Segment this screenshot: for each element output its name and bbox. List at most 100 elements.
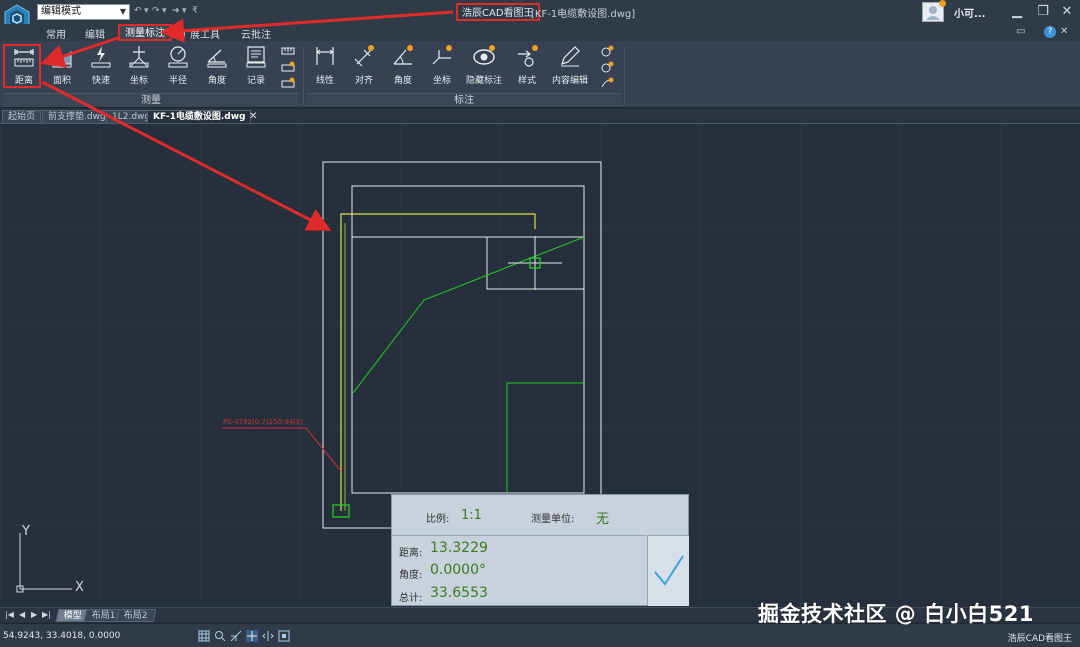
menu-bar: 常用 编辑 测量标注 扩展工具 云批注 ? ▭ ✕: [0, 24, 1080, 41]
prev-layout-icon[interactable]: ◀: [19, 610, 25, 619]
total-result-value: 33.6553: [430, 585, 488, 601]
forward-icon[interactable]: ➜: [172, 6, 180, 16]
snap-icon[interactable]: [230, 630, 242, 642]
coordinate-dimension-icon: [432, 45, 452, 65]
ortho-icon[interactable]: [246, 630, 258, 642]
angle-result-label: 角度:: [399, 570, 423, 581]
tab-common[interactable]: 常用: [46, 26, 66, 41]
mode-select[interactable]: 编辑模式 ▼: [37, 4, 130, 20]
title-bar: 编辑模式 ▼ ↶ ▾ ↷ ▾ ➜ ▾ ₹ 浩辰CAD看图王 [KF-1电缆敷设图…: [0, 0, 1080, 34]
close-icon[interactable]: ✕: [1056, 2, 1078, 22]
redo-dropdown-icon[interactable]: ▾: [162, 6, 167, 16]
fullscreen-icon[interactable]: [278, 630, 290, 642]
zoom-icon[interactable]: [214, 630, 226, 642]
next-layout-icon[interactable]: ▶: [31, 610, 37, 619]
doc-close-icon[interactable]: ✕: [1060, 26, 1068, 37]
confirm-button[interactable]: [647, 535, 689, 606]
tab-layout1-label: 布局1: [91, 611, 116, 621]
dimension-style-button[interactable]: 样式: [508, 44, 546, 88]
aligned-dimension-icon: [354, 45, 374, 67]
linear-dimension-icon: [316, 47, 334, 65]
chevron-down-icon: ▼: [119, 7, 127, 16]
polar-tracking-icon[interactable]: [262, 630, 274, 642]
cursor-coordinates: 54.9243, 33.4018, 0.0000: [3, 631, 121, 641]
style-icon: [518, 45, 538, 67]
pencil-icon: [561, 46, 580, 67]
coordinate-dimension-button[interactable]: 坐标: [423, 44, 461, 88]
help-icon[interactable]: ?: [1044, 26, 1056, 38]
measure-result-panel: 比例: 1:1 测量单位: 无 距离: 13.3229 角度: 0.0000° …: [391, 494, 689, 606]
angle-dimension-icon: [393, 45, 413, 65]
tab-measure-annotate[interactable]: 测量标注: [118, 24, 172, 41]
eye-icon: [473, 45, 495, 65]
tab-layout2[interactable]: 布局2: [115, 609, 157, 622]
undo-dropdown-icon[interactable]: ▾: [144, 6, 149, 16]
content-edit-button[interactable]: 内容编辑: [551, 44, 589, 88]
ruler-settings-icon[interactable]: [281, 45, 295, 57]
quick-access-dropdown-icon[interactable]: ▾: [182, 6, 187, 16]
angle-result-value: 0.0000°: [430, 562, 486, 578]
distance-button[interactable]: 距离: [3, 44, 41, 88]
minimize-icon[interactable]: ▁: [1006, 2, 1028, 22]
ruler-clear-icon[interactable]: [281, 77, 295, 89]
document-tabs: 起始页 前支撑垫.dwg 1L2.dwg KF-1电缆敷设图.dwg: [0, 109, 1080, 124]
angle-icon: [207, 49, 227, 68]
mode-select-value: 编辑模式: [41, 6, 81, 17]
tab-extension-tools[interactable]: 扩展工具: [180, 26, 220, 41]
record-icon: [246, 46, 266, 68]
notification-dot: [939, 0, 946, 7]
tab-edit[interactable]: 编辑: [85, 26, 105, 41]
first-layout-icon[interactable]: |◀: [5, 610, 14, 619]
ucs-x-label: X: [75, 580, 84, 595]
last-layout-icon[interactable]: ▶|: [42, 610, 51, 619]
annotate-group-label: 标注: [306, 93, 622, 107]
scale-label: 比例:: [426, 514, 450, 525]
tab-front-support-pad[interactable]: 前支撑垫.dwg: [42, 110, 112, 123]
tab-kf1-cable-layout[interactable]: KF-1电缆敷设图.dwg: [147, 110, 252, 123]
leader-remove-icon[interactable]: [600, 61, 614, 73]
panel-divider: [392, 535, 646, 536]
leader-add-icon[interactable]: [600, 45, 614, 57]
customize-toolbar-icon[interactable]: ₹: [192, 6, 198, 16]
annotation-text: PS-4792(0.7)150-94(E): [223, 418, 304, 426]
ruler-add-icon[interactable]: [281, 61, 295, 73]
watermark: 掘金技术社区 @ 白小白521: [758, 602, 1034, 626]
unit-value[interactable]: 无: [596, 508, 609, 527]
measure-group-label: 测量: [3, 93, 299, 107]
status-app-name: 浩辰CAD看图王: [1007, 634, 1072, 644]
hide-dimension-button[interactable]: 隐藏标注: [465, 44, 503, 88]
group-separator: [624, 47, 625, 105]
coordinate-icon: [129, 46, 149, 68]
tab-model-label: 模型: [63, 611, 82, 621]
distance-result-value: 13.3229: [430, 540, 488, 556]
record-button[interactable]: 记录: [237, 44, 275, 88]
restore-icon[interactable]: ❐: [1032, 2, 1054, 22]
cad-viewer-window: 编辑模式 ▼ ↶ ▾ ↷ ▾ ➜ ▾ ₹ 浩辰CAD看图王 [KF-1电缆敷设图…: [0, 0, 1080, 647]
tab-start-page[interactable]: 起始页: [2, 110, 42, 123]
scale-value[interactable]: 1:1: [461, 508, 482, 523]
close-tab-icon[interactable]: ✕: [249, 111, 257, 122]
grid-icon[interactable]: [198, 630, 210, 642]
area-icon: [51, 51, 72, 68]
total-result-label: 总计:: [399, 593, 423, 604]
app-name-title: 浩辰CAD看图王: [456, 3, 540, 21]
tab-cloud-annotation[interactable]: 云批注: [241, 26, 271, 41]
leader-align-icon[interactable]: [600, 77, 614, 89]
ribbon-collapse-icon[interactable]: ▭: [1016, 26, 1025, 37]
tab-layout2-label: 布局2: [123, 611, 148, 621]
distance-result-label: 距离:: [399, 548, 423, 559]
record-label: 记录: [246, 76, 265, 86]
content-edit-label: 内容编辑: [551, 76, 588, 86]
checkmark-icon: [654, 555, 684, 586]
unit-label: 测量单位:: [531, 514, 575, 525]
username[interactable]: 小可...: [954, 5, 985, 20]
redo-icon[interactable]: ↷: [152, 6, 160, 16]
ucs-y-label: Y: [21, 524, 30, 539]
avatar[interactable]: [922, 0, 946, 22]
ribbon: 距离 面积 快速 坐标 半径 角度 记录 测量 线性 对齐 角度 坐标 隐藏标注…: [0, 41, 1080, 108]
distance-icon: [14, 49, 34, 67]
lightning-icon: [91, 46, 111, 68]
undo-icon[interactable]: ↶: [134, 6, 142, 16]
radius-icon: [168, 46, 188, 68]
file-title: [KF-1电缆敷设图.dwg]: [531, 9, 636, 20]
